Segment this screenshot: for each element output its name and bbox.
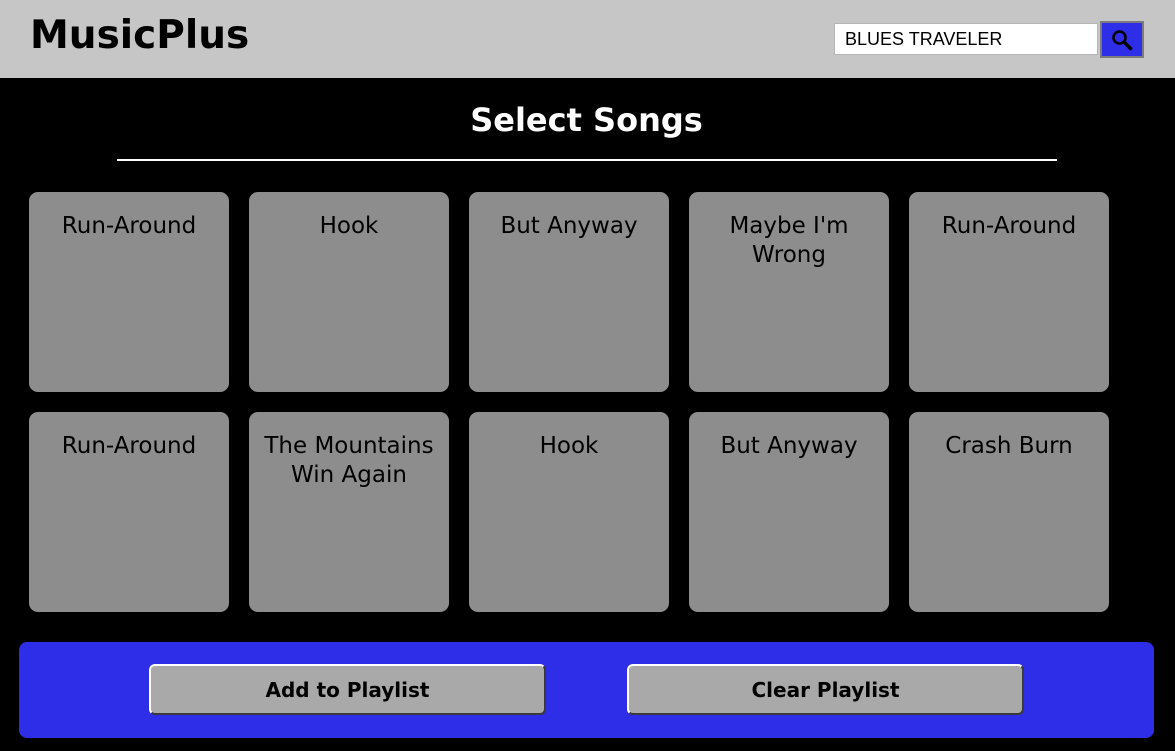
song-card[interactable]: Run-Around: [29, 192, 229, 392]
song-card[interactable]: But Anyway: [469, 192, 669, 392]
song-card[interactable]: But Anyway: [689, 412, 889, 612]
page-title: Select Songs: [470, 101, 703, 139]
song-card[interactable]: Maybe I'm Wrong: [689, 192, 889, 392]
search-input[interactable]: [834, 23, 1098, 55]
search-icon: [1111, 29, 1133, 51]
search-button[interactable]: [1100, 21, 1144, 58]
action-bar: Add to Playlist Clear Playlist: [19, 642, 1154, 738]
header-bar: MusicPlus: [0, 0, 1175, 78]
song-card[interactable]: Crash Burn: [909, 412, 1109, 612]
song-card[interactable]: The Mountains Win Again: [249, 412, 449, 612]
app-title: MusicPlus: [30, 13, 250, 58]
song-card[interactable]: Run-Around: [909, 192, 1109, 392]
song-grid: Run-Around Hook But Anyway Maybe I'm Wro…: [29, 192, 1109, 612]
song-card[interactable]: Hook: [249, 192, 449, 392]
title-divider: [117, 159, 1057, 161]
clear-playlist-button[interactable]: Clear Playlist: [627, 664, 1024, 715]
add-to-playlist-button[interactable]: Add to Playlist: [149, 664, 546, 715]
song-card[interactable]: Hook: [469, 412, 669, 612]
song-card[interactable]: Run-Around: [29, 412, 229, 612]
